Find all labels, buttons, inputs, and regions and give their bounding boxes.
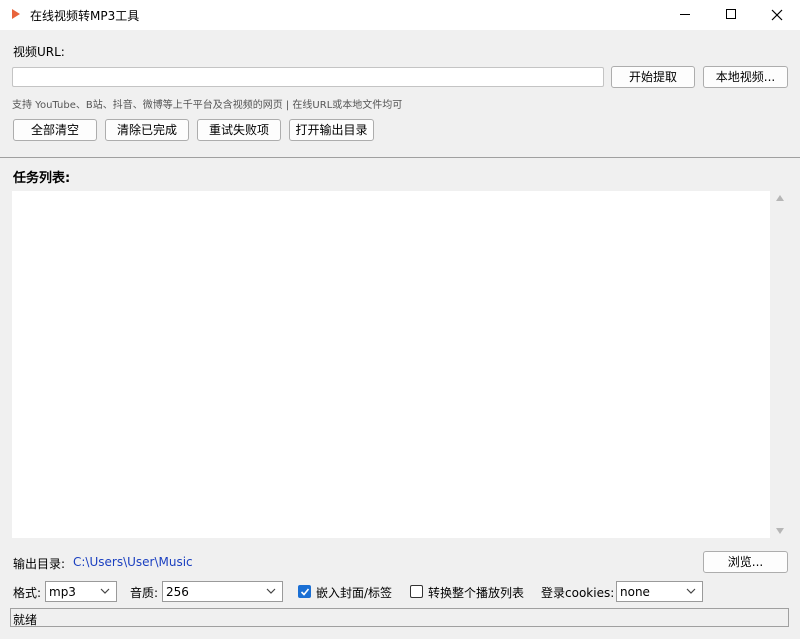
status-text: 就绪 bbox=[13, 613, 38, 627]
output-dir-label: 输出目录: bbox=[13, 557, 66, 571]
maximize-icon bbox=[726, 9, 736, 19]
clear-completed-button[interactable]: 清除已完成 bbox=[105, 119, 189, 141]
start-extract-button[interactable]: 开始提取 bbox=[611, 66, 695, 88]
task-list-scrollbar[interactable] bbox=[772, 191, 788, 538]
checkmark-icon bbox=[300, 588, 310, 596]
convert-playlist-checkbox[interactable] bbox=[410, 585, 423, 598]
close-icon bbox=[771, 9, 783, 21]
browse-button[interactable]: 浏览... bbox=[703, 551, 788, 573]
maximize-button[interactable] bbox=[708, 0, 754, 30]
cookies-label: 登录cookies: bbox=[541, 586, 615, 600]
format-select[interactable]: mp3 bbox=[45, 581, 117, 602]
embed-cover-label: 嵌入封面/标签 bbox=[316, 586, 393, 600]
format-label: 格式: bbox=[13, 586, 42, 600]
scroll-down-icon[interactable] bbox=[776, 528, 784, 534]
url-input[interactable] bbox=[12, 67, 604, 87]
chevron-down-icon bbox=[100, 588, 110, 594]
quality-value: 256 bbox=[166, 585, 189, 599]
minimize-button[interactable] bbox=[662, 0, 708, 30]
url-label: 视频URL: bbox=[13, 45, 65, 59]
task-list-title: 任务列表: bbox=[13, 171, 71, 186]
window-title: 在线视频转MP3工具 bbox=[30, 9, 140, 23]
status-bar: 就绪 bbox=[10, 608, 789, 627]
task-list[interactable] bbox=[12, 191, 770, 538]
open-output-dir-button[interactable]: 打开输出目录 bbox=[289, 119, 374, 141]
scroll-up-icon[interactable] bbox=[776, 195, 784, 201]
clear-all-button[interactable]: 全部清空 bbox=[13, 119, 97, 141]
quality-select[interactable]: 256 bbox=[162, 581, 283, 602]
convert-playlist-label: 转换整个播放列表 bbox=[428, 586, 525, 600]
embed-cover-checkbox[interactable] bbox=[298, 585, 311, 598]
chevron-down-icon bbox=[266, 588, 276, 594]
minimize-icon bbox=[680, 14, 690, 15]
output-dir-path: C:\Users\User\Music bbox=[73, 555, 193, 569]
quality-label: 音质: bbox=[130, 586, 159, 600]
app-play-icon bbox=[12, 9, 20, 19]
chevron-down-icon bbox=[686, 588, 696, 594]
local-video-button[interactable]: 本地视频... bbox=[703, 66, 788, 88]
cookies-value: none bbox=[620, 585, 650, 599]
format-value: mp3 bbox=[49, 585, 76, 599]
title-bar: 在线视频转MP3工具 bbox=[0, 0, 800, 30]
url-hint: 支持 YouTube、B站、抖音、微博等上千平台及含视频的网页 | 在线URL或… bbox=[12, 100, 403, 111]
section-divider bbox=[0, 157, 800, 158]
retry-failed-button[interactable]: 重试失败项 bbox=[197, 119, 281, 141]
cookies-select[interactable]: none bbox=[616, 581, 703, 602]
close-button[interactable] bbox=[754, 0, 800, 30]
